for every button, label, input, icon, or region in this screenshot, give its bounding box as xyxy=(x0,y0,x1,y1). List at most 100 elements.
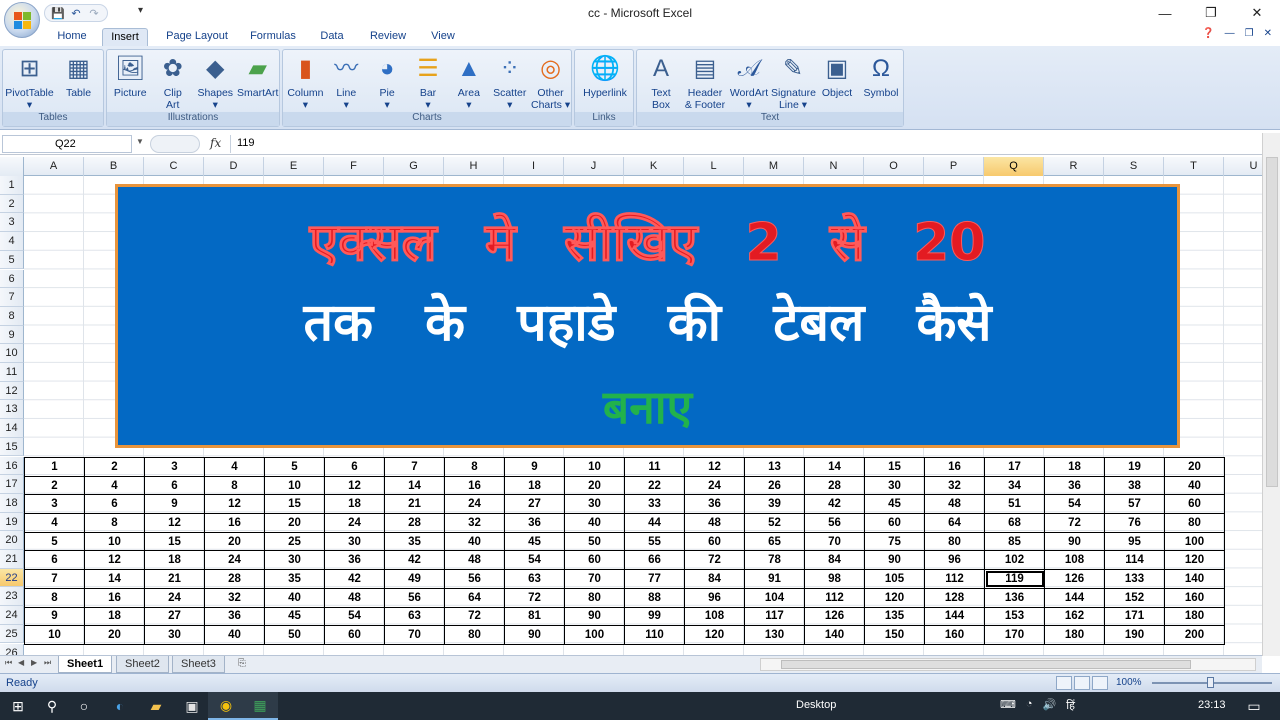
table-cell[interactable]: 140 xyxy=(804,625,865,645)
header-footer-button[interactable]: ▤ Header & Footer xyxy=(683,54,727,112)
table-cell[interactable]: 10 xyxy=(564,457,625,477)
table-cell[interactable]: 3 xyxy=(144,457,205,477)
table-cell[interactable]: 54 xyxy=(324,606,385,627)
table-cell[interactable]: 12 xyxy=(684,457,745,477)
vertical-scroll-thumb[interactable] xyxy=(1266,157,1278,487)
table-cell[interactable]: 26 xyxy=(744,475,805,496)
table-cell[interactable]: 12 xyxy=(204,494,265,515)
row-header[interactable]: 4 xyxy=(0,232,24,251)
table-cell[interactable]: 72 xyxy=(504,587,565,608)
ribbon-restore-icon[interactable]: ❐ xyxy=(1245,28,1254,39)
object-button[interactable]: ▣ Object xyxy=(815,54,859,100)
clock[interactable]: 23:13 xyxy=(1198,699,1226,711)
table-cell[interactable]: 32 xyxy=(924,475,985,496)
table-cell[interactable]: 63 xyxy=(504,569,565,589)
table-cell[interactable]: 40 xyxy=(264,587,325,608)
table-cell[interactable]: 90 xyxy=(564,606,625,627)
row-header[interactable]: 9 xyxy=(0,325,24,345)
row-header[interactable]: 25 xyxy=(0,624,24,644)
table-cell[interactable]: 96 xyxy=(684,587,745,608)
table-cell[interactable]: 64 xyxy=(444,587,505,608)
task-view-icon[interactable]: ○ xyxy=(66,692,102,720)
picture-button[interactable]: 🖼 Picture xyxy=(109,54,152,100)
table-cell[interactable]: 54 xyxy=(504,550,565,571)
table-cell[interactable]: 100 xyxy=(1164,531,1225,552)
wordart-button[interactable]: 𝒜 WordArt ▾ xyxy=(727,54,771,112)
smartart-button[interactable]: ▰ SmartArt xyxy=(237,54,280,100)
table-cell[interactable]: 64 xyxy=(924,513,985,533)
table-cell[interactable]: 6 xyxy=(84,494,145,515)
table-cell[interactable]: 78 xyxy=(744,550,805,571)
table-cell[interactable]: 60 xyxy=(324,625,385,645)
excel-icon[interactable]: ▦ xyxy=(242,692,278,720)
table-cell[interactable]: 21 xyxy=(384,494,445,515)
title-banner-shape[interactable]: एक्सल मे सीखिए 2 से 20 तक के पहाडे की टे… xyxy=(115,184,1180,448)
column-header[interactable]: T xyxy=(1164,157,1224,176)
table-cell[interactable]: 80 xyxy=(1164,513,1225,533)
table-cell[interactable]: 42 xyxy=(384,550,445,571)
column-header[interactable]: G xyxy=(384,157,444,176)
table-cell[interactable]: 180 xyxy=(1164,606,1225,627)
column-header[interactable]: Q xyxy=(984,157,1044,176)
table-cell[interactable]: 18 xyxy=(1044,457,1105,477)
insert-sheet-icon[interactable]: ⎘ xyxy=(238,658,246,669)
row-header[interactable]: 18 xyxy=(0,493,24,513)
table-cell[interactable]: 49 xyxy=(384,569,445,589)
table-cell[interactable]: 80 xyxy=(564,587,625,608)
table-cell[interactable]: 20 xyxy=(84,625,145,645)
table-cell[interactable]: 16 xyxy=(84,587,145,608)
table-cell[interactable]: 135 xyxy=(864,606,925,627)
table-cell[interactable]: 75 xyxy=(864,531,925,552)
table-cell[interactable]: 20 xyxy=(264,513,325,533)
table-cell[interactable]: 51 xyxy=(984,494,1045,515)
table-cell[interactable]: 6 xyxy=(24,550,85,571)
tab-view[interactable]: View xyxy=(423,28,463,46)
table-cell[interactable]: 8 xyxy=(444,457,505,477)
table-cell[interactable]: 12 xyxy=(84,550,145,571)
table-cell[interactable]: 66 xyxy=(624,550,685,571)
tab-formulas[interactable]: Formulas xyxy=(242,28,304,46)
pivot-table-button[interactable]: ⊞ PivotTable ▾ xyxy=(5,54,54,112)
table-cell[interactable]: 63 xyxy=(384,606,445,627)
table-cell[interactable]: 55 xyxy=(624,531,685,552)
table-cell[interactable]: 12 xyxy=(144,513,205,533)
table-cell[interactable]: 84 xyxy=(684,569,745,589)
shapes-button[interactable]: ◆ Shapes ▾ xyxy=(194,54,237,112)
column-header[interactable]: R xyxy=(1044,157,1104,176)
table-cell[interactable]: 56 xyxy=(804,513,865,533)
table-cell[interactable]: 90 xyxy=(1044,531,1105,552)
table-cell[interactable]: 56 xyxy=(384,587,445,608)
ribbon-close-icon[interactable]: ✕ xyxy=(1264,28,1272,39)
table-button[interactable]: ▦ Table xyxy=(54,54,103,100)
table-cell[interactable]: 30 xyxy=(264,550,325,571)
tab-insert[interactable]: Insert xyxy=(102,28,148,46)
table-cell[interactable]: 10 xyxy=(24,625,85,645)
maximize-button[interactable]: ❐ xyxy=(1188,0,1234,26)
row-header[interactable]: 8 xyxy=(0,306,24,326)
table-cell[interactable]: 18 xyxy=(84,606,145,627)
tab-review[interactable]: Review xyxy=(363,28,413,46)
table-cell[interactable]: 91 xyxy=(744,569,805,589)
name-box[interactable]: Q22 xyxy=(2,135,132,153)
file-explorer-icon[interactable]: ▰ xyxy=(138,692,174,720)
row-header[interactable]: 7 xyxy=(0,288,24,307)
column-header[interactable]: S xyxy=(1104,157,1164,176)
table-cell[interactable]: 16 xyxy=(204,513,265,533)
column-header[interactable]: B xyxy=(84,157,144,176)
table-cell[interactable]: 20 xyxy=(204,531,265,552)
row-header[interactable]: 15 xyxy=(0,437,24,457)
table-cell[interactable]: 105 xyxy=(864,569,925,589)
table-cell[interactable]: 60 xyxy=(864,513,925,533)
clip-art-button[interactable]: ✿ Clip Art xyxy=(152,54,195,112)
table-cell[interactable]: 70 xyxy=(804,531,865,552)
table-cell[interactable]: 9 xyxy=(144,494,205,515)
table-cell[interactable]: 7 xyxy=(24,569,85,589)
table-cell[interactable]: 15 xyxy=(864,457,925,477)
table-cell[interactable]: 160 xyxy=(924,625,985,645)
table-cell[interactable]: 102 xyxy=(984,550,1045,571)
table-cell[interactable]: 130 xyxy=(744,625,805,645)
horizontal-scroll-thumb[interactable] xyxy=(781,660,1191,669)
formula-input[interactable]: 119 xyxy=(230,135,1266,153)
table-cell[interactable]: 40 xyxy=(564,513,625,533)
row-header[interactable]: 14 xyxy=(0,419,24,438)
